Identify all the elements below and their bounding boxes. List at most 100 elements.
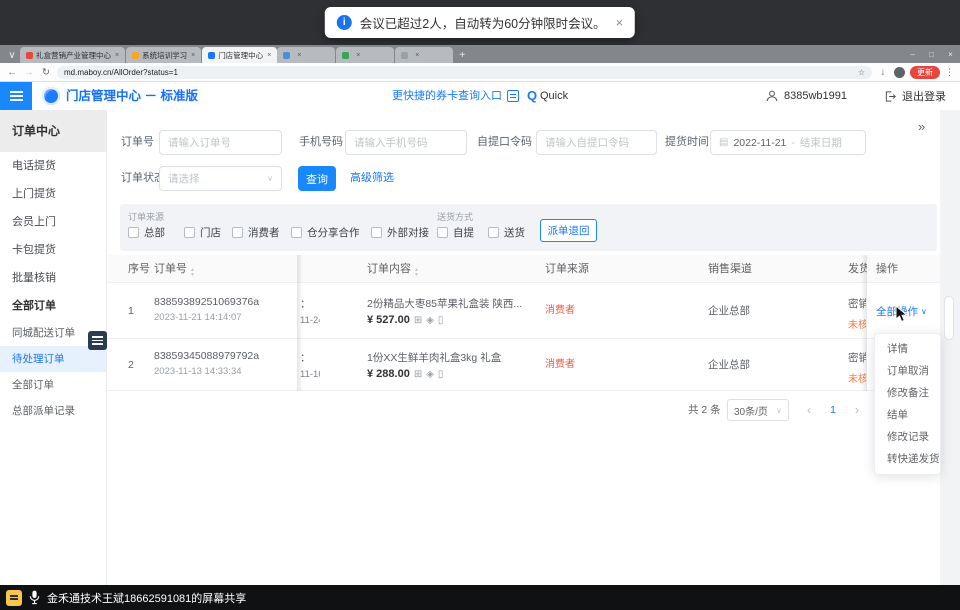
quick-label[interactable]: Quick bbox=[540, 82, 568, 110]
checkbox-source-external[interactable]: 外部对接 bbox=[371, 225, 429, 240]
browser-tab-2[interactable]: 系统培训学习 × bbox=[126, 47, 201, 63]
menu-item-settle[interactable]: 结单 bbox=[875, 404, 940, 426]
browser-tab-active[interactable]: 门店管理中心 × bbox=[202, 47, 277, 63]
tab-close-icon[interactable]: × bbox=[115, 52, 119, 59]
checkbox-icon[interactable] bbox=[488, 227, 499, 238]
pickup-code-input[interactable] bbox=[536, 130, 657, 155]
logout-button[interactable]: 退出登录 bbox=[902, 88, 946, 104]
menu-item-detail[interactable]: 详情 bbox=[875, 338, 940, 360]
reload-icon[interactable]: ↻ bbox=[40, 67, 52, 78]
coupon-card-icon[interactable] bbox=[507, 90, 519, 102]
hamburger-menu-button[interactable] bbox=[0, 82, 32, 110]
tab-search-icon[interactable]: ∨ bbox=[4, 47, 20, 63]
app-title: 门店管理中心 － 标准版 bbox=[66, 82, 198, 110]
coupon-query-link[interactable]: 更快捷的券卡查询入口 bbox=[392, 82, 502, 110]
order-id: 83859345088979792a bbox=[154, 350, 259, 362]
toast-close-icon[interactable]: × bbox=[616, 15, 624, 30]
username[interactable]: 8385wb1991 bbox=[784, 90, 847, 102]
window-maximize-button[interactable]: □ bbox=[922, 45, 941, 63]
menu-item-cancel-order[interactable]: 订单取消 bbox=[875, 360, 940, 382]
dispatch-return-button[interactable]: 派单退回 bbox=[540, 219, 597, 242]
gift-icon[interactable]: ◈ bbox=[426, 315, 434, 326]
browser-menu-icon[interactable]: ⋮ bbox=[945, 67, 954, 78]
download-icon[interactable]: ↓ bbox=[877, 67, 889, 78]
checkbox-icon[interactable] bbox=[184, 227, 195, 238]
sidebar-item-hq-dispatch-records[interactable]: 总部派单记录 bbox=[0, 398, 106, 424]
new-tab-button[interactable]: + bbox=[454, 47, 470, 63]
quick-q-logo[interactable]: Q bbox=[527, 82, 537, 110]
browser-tab-5[interactable]: × bbox=[336, 47, 394, 63]
sidebar-item-card-pickup[interactable]: 卡包提货 bbox=[0, 236, 106, 264]
sales-channel-value: 企业总部 bbox=[708, 339, 750, 391]
checkbox-source-consumer[interactable]: 消费者 bbox=[232, 225, 280, 240]
tab-close-icon[interactable]: × bbox=[267, 52, 271, 59]
menu-item-edit-history[interactable]: 修改记录 bbox=[875, 426, 940, 448]
tab-close-icon[interactable]: × bbox=[297, 52, 301, 59]
checkbox-icon[interactable] bbox=[128, 227, 139, 238]
row-actions-dropdown[interactable]: 全部操作 ∨ bbox=[876, 283, 927, 339]
sort-icon[interactable]: ▲▼ bbox=[414, 268, 419, 277]
tab-favicon bbox=[283, 52, 290, 59]
sort-icon[interactable]: ▲▼ bbox=[190, 268, 195, 277]
gift-icon[interactable]: ◈ bbox=[426, 369, 434, 380]
checkbox-delivery-selfpickup[interactable]: 自提 bbox=[437, 225, 474, 240]
checkbox-label: 自提 bbox=[453, 225, 474, 240]
phone-label: 手机号码 bbox=[299, 129, 343, 155]
checkbox-source-store[interactable]: 门店 bbox=[184, 225, 221, 240]
scrollbar-thumb[interactable] bbox=[944, 296, 954, 340]
window-minimize-button[interactable]: – bbox=[903, 45, 922, 63]
sidebar-item-batch-verify[interactable]: 批量核销 bbox=[0, 264, 106, 292]
url-input[interactable]: md.maboy.cn/AllOrder?status=1 ☆ bbox=[57, 66, 872, 79]
tab-close-icon[interactable]: × bbox=[191, 52, 195, 59]
panel-collapse-icon[interactable]: » bbox=[918, 119, 925, 134]
checkbox-icon[interactable] bbox=[437, 227, 448, 238]
browser-tab-4[interactable]: × bbox=[277, 47, 335, 63]
prev-page-button[interactable]: ‹ bbox=[800, 398, 818, 422]
microphone-icon bbox=[29, 590, 40, 605]
phone-icon[interactable]: ▯ bbox=[438, 315, 444, 326]
chrome-update-chip[interactable]: 更新 bbox=[910, 66, 940, 79]
advanced-filter-link[interactable]: 高级筛选 bbox=[350, 165, 394, 191]
checkbox-icon[interactable] bbox=[232, 227, 243, 238]
bookmark-star-icon[interactable]: ☆ bbox=[858, 68, 865, 77]
sidebar-item-all-orders[interactable]: 全部订单 bbox=[0, 372, 106, 398]
window-close-button[interactable]: × bbox=[941, 45, 960, 63]
gallery-icon[interactable]: ⊞ bbox=[414, 369, 422, 380]
menu-item-convert-express[interactable]: 转快递发货 bbox=[875, 448, 940, 470]
sidebar-collapse-toggle[interactable] bbox=[88, 331, 107, 350]
meeting-toast-text: 会议已超过2人，自动转为60分钟限时会议。 bbox=[360, 13, 606, 32]
browser-profile-avatar[interactable] bbox=[894, 67, 905, 78]
page-size-select[interactable]: 30条/页 ∨ bbox=[727, 399, 789, 421]
current-page-button[interactable]: 1 bbox=[822, 398, 844, 422]
tab-close-icon[interactable]: × bbox=[356, 52, 360, 59]
sidebar-group-all-orders[interactable]: 全部订单 bbox=[0, 292, 106, 320]
checkbox-delivery-deliver[interactable]: 送货 bbox=[488, 225, 525, 240]
checkbox-source-warehouse-share[interactable]: 仓分享合作 bbox=[291, 225, 360, 240]
phone-input[interactable] bbox=[345, 130, 467, 155]
gallery-icon[interactable]: ⊞ bbox=[414, 315, 422, 326]
order-no-input[interactable] bbox=[159, 130, 282, 155]
date-range-picker[interactable]: ▤ 2022-11-21 - 结束日期 bbox=[710, 130, 866, 155]
back-icon[interactable]: ← bbox=[6, 67, 18, 78]
forward-icon[interactable]: → bbox=[23, 67, 35, 78]
checkbox-icon[interactable] bbox=[291, 227, 302, 238]
screen: i 会议已超过2人，自动转为60分钟限时会议。 × ∨ 礼盒营销产业管理中心 ×… bbox=[0, 0, 960, 610]
clipped-date: 11-24 bbox=[300, 315, 320, 326]
sidebar-item-phone-pickup[interactable]: 电话提货 bbox=[0, 152, 106, 180]
sidebar-item-member-visit[interactable]: 会员上门 bbox=[0, 208, 106, 236]
checkbox-source-hq[interactable]: 总部 bbox=[128, 225, 165, 240]
checkbox-icon[interactable] bbox=[371, 227, 382, 238]
table-divider bbox=[107, 338, 940, 339]
product-name: 2份精品大枣85苹果礼盒装 陕西... bbox=[367, 296, 535, 311]
order-status-select[interactable]: 请选择 ∨ bbox=[159, 166, 282, 191]
search-button[interactable]: 查询 bbox=[298, 166, 336, 191]
browser-tab-6[interactable]: × bbox=[395, 47, 453, 63]
menu-item-edit-remark[interactable]: 修改备注 bbox=[875, 382, 940, 404]
phone-icon[interactable]: ▯ bbox=[438, 369, 444, 380]
browser-tab-1[interactable]: 礼盒营销产业管理中心 × bbox=[20, 47, 125, 63]
next-page-button[interactable]: › bbox=[848, 398, 866, 422]
sidebar-section-order-center[interactable]: 订单中心 bbox=[0, 110, 106, 152]
sidebar-item-door-pickup[interactable]: 上门提货 bbox=[0, 180, 106, 208]
tab-close-icon[interactable]: × bbox=[415, 52, 419, 59]
screen-share-text: 金禾通技术王斌18662591081的屏幕共享 bbox=[47, 590, 246, 606]
